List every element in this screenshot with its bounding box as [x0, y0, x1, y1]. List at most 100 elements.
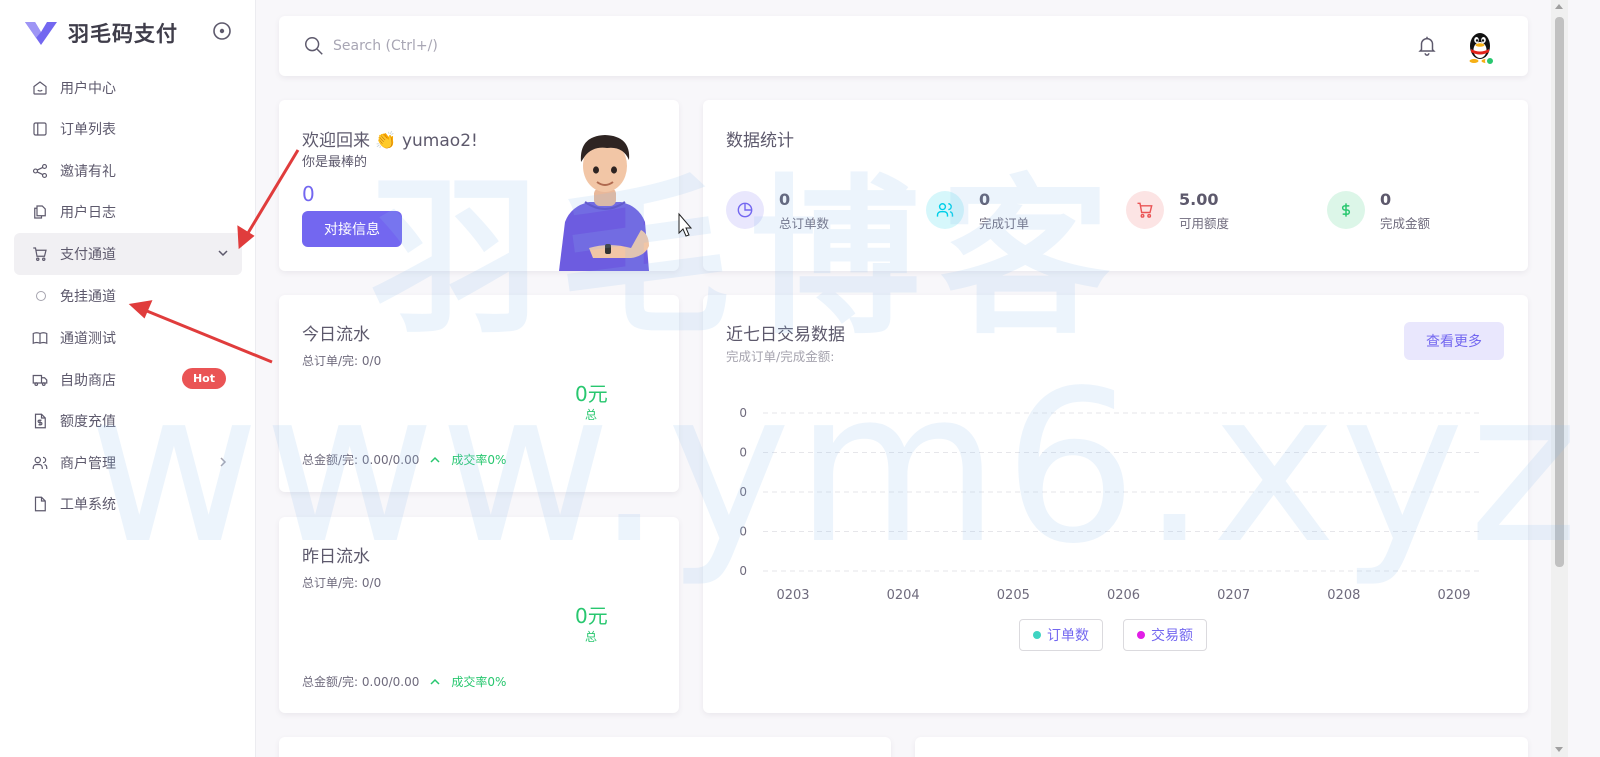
sidebar-item-user-log[interactable]: 用户日志 [14, 192, 242, 234]
sidebar-item-label: 免挂通道 [60, 289, 116, 305]
yesterday-rate: 成交率0% [451, 675, 507, 689]
legend-item[interactable]: 订单数 [1019, 619, 1103, 651]
users-icon [30, 453, 50, 473]
chart-legend: 订单数 交易额 [1019, 619, 1227, 651]
today-flow-title: 今日流水 [302, 325, 370, 345]
stat-total-orders: 0 总订单数 [726, 191, 829, 232]
today-rate: 成交率0% [451, 453, 507, 467]
x-tick-label: 0204 [887, 588, 920, 603]
file-dollar-icon [30, 411, 50, 431]
stat-value: 5.00 [1179, 190, 1219, 209]
sidebar-item-label: 自助商店 [60, 372, 116, 389]
sidebar: 羽毛码支付 用户中心 订单列表 邀请有礼 用户日志 支付通道 免挂通道 通道测试… [0, 0, 256, 757]
y-tick-label: 0 [739, 525, 747, 539]
mouse-cursor-icon [678, 212, 693, 237]
sidebar-item-channel-test[interactable]: 通道测试 [14, 318, 242, 360]
scroll-thumb[interactable] [1555, 17, 1564, 567]
file-icon [30, 494, 50, 514]
chevron-down-icon [218, 250, 228, 257]
sidebar-item-self-store[interactable]: 自助商店 Hot [14, 359, 242, 401]
home-icon [30, 78, 50, 98]
today-flow-card: 今日流水 总订单/完: 0/0 0元 总 总金额/完: 0.00/0.00 成交… [279, 295, 679, 492]
stat-completed-amount: 0 完成金额 [1327, 191, 1430, 232]
welcome-subtitle: 你是最棒的 [302, 155, 368, 170]
truck-icon [30, 370, 50, 390]
sidebar-item-orders[interactable]: 订单列表 [14, 109, 242, 151]
users-icon [926, 191, 964, 229]
scroll-up-arrow-icon[interactable] [1555, 4, 1563, 9]
sidebar-item-label: 商户管理 [60, 455, 116, 472]
sidebar-item-label: 额度充值 [60, 414, 116, 431]
sidebar-item-label: 邀请有礼 [60, 163, 116, 180]
x-tick-label: 0206 [1107, 588, 1140, 603]
stat-value: 0 [1380, 190, 1392, 209]
online-status-dot [1485, 56, 1495, 66]
yesterday-amount: 0元 [575, 604, 608, 628]
y-tick-label: 0 [739, 446, 747, 460]
search-input[interactable] [333, 34, 733, 58]
sidebar-item-ticket[interactable]: 工单系统 [14, 484, 242, 526]
y-tick-label: 0 [739, 564, 747, 578]
collapse-sidebar-icon[interactable] [212, 21, 232, 41]
sidebar-item-recharge[interactable]: 额度充值 [14, 401, 242, 443]
dollar-icon [1327, 191, 1365, 229]
yesterday-total-label: 总 [585, 630, 598, 644]
search-icon[interactable] [303, 35, 325, 57]
stats-title: 数据统计 [726, 131, 794, 151]
stat-label: 完成金额 [1380, 216, 1431, 231]
sidebar-item-payment-channel[interactable]: 支付通道 [14, 233, 242, 275]
chevron-right-icon [220, 457, 227, 467]
y-tick-label: 0 [739, 485, 747, 499]
legend-label: 订单数 [1047, 628, 1089, 644]
brand[interactable]: 羽毛码支付 [24, 18, 178, 48]
integration-info-button[interactable]: 对接信息 [302, 211, 402, 247]
top-navbar [279, 16, 1528, 76]
yesterday-flow-card: 昨日流水 总订单/完: 0/0 0元 总 总金额/完: 0.00/0.00 成交… [279, 517, 679, 713]
sidebar-item-label: 支付通道 [60, 246, 116, 263]
layout-icon [30, 119, 50, 139]
today-footer: 总金额/完: 0.00/0.00 成交率0% [302, 451, 506, 468]
stat-value: 0 [979, 190, 991, 209]
sidebar-item-label: 订单列表 [60, 122, 116, 139]
stat-label: 总订单数 [779, 216, 830, 231]
stat-completed-orders: 0 完成订单 [926, 191, 1029, 232]
bell-icon[interactable] [1416, 34, 1438, 56]
sidebar-menu: 用户中心 订单列表 邀请有礼 用户日志 支付通道 免挂通道 通道测试 自助商店 … [14, 67, 242, 525]
stat-available-credit: 5.00 可用额度 [1126, 191, 1229, 232]
page-scrollbar[interactable] [1551, 0, 1568, 757]
yesterday-orders: 总订单/完: 0/0 [302, 576, 382, 590]
x-tick-label: 0209 [1437, 588, 1470, 603]
sidebar-subitem-free-channel[interactable]: 免挂通道 [14, 275, 242, 318]
sidebar-item-label: 用户日志 [60, 205, 116, 222]
sidebar-item-invite[interactable]: 邀请有礼 [14, 150, 242, 192]
today-amount: 0元 [575, 382, 608, 406]
welcome-card: 欢迎回来 👏 yumao2! 你是最棒的 0 对接信息 [279, 100, 679, 271]
book-icon [30, 328, 50, 348]
circle-icon [36, 291, 46, 301]
today-orders: 总订单/完: 0/0 [302, 354, 382, 368]
yesterday-footer: 总金额/完: 0.00/0.00 成交率0% [302, 673, 506, 690]
sidebar-item-label: 通道测试 [60, 331, 116, 348]
stats-card: 数据统计 0 总订单数 0 完成订单 5.00 可用额度 0 完成金额 [703, 100, 1528, 271]
chevron-up-icon [430, 456, 440, 463]
x-tick-label: 0205 [997, 588, 1030, 603]
today-total-label: 总 [585, 408, 598, 422]
y-tick-label: 0 [739, 406, 747, 420]
files-icon [30, 202, 50, 222]
stat-label: 可用额度 [1179, 216, 1230, 231]
legend-item[interactable]: 交易额 [1123, 619, 1207, 651]
legend-label: 交易额 [1151, 628, 1193, 644]
yesterday-flow-title: 昨日流水 [302, 547, 370, 567]
brand-logo-icon [25, 22, 57, 45]
sidebar-item-label: 用户中心 [60, 80, 116, 97]
share-icon [30, 161, 50, 181]
sidebar-item-merchant[interactable]: 商户管理 [14, 442, 242, 484]
legend-dot-icon [1033, 631, 1041, 639]
scroll-down-arrow-icon[interactable] [1555, 747, 1563, 752]
today-foot-amount: 总金额/完: 0.00/0.00 [302, 453, 420, 467]
cart-icon [30, 244, 50, 264]
legend-dot-icon [1137, 631, 1145, 639]
stat-label: 完成订单 [979, 216, 1030, 231]
stat-value: 0 [779, 190, 791, 209]
sidebar-item-user-center[interactable]: 用户中心 [14, 67, 242, 109]
